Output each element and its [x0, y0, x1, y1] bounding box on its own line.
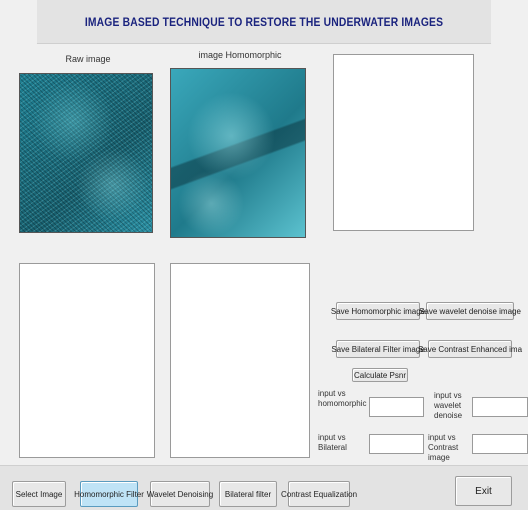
contrast-image-panel — [333, 54, 474, 231]
psnr-label-bilateral: input vs Bilateral — [318, 433, 347, 452]
save-homomorphic-button[interactable]: Save Homomorphic image — [331, 302, 425, 320]
bilateral-filter-button[interactable]: Bilateral filter — [219, 481, 277, 507]
homomorphic-image-display — [170, 68, 306, 238]
bilateral-image-panel — [170, 263, 310, 458]
psnr-label-homomorphic: input vs homomorphic — [318, 389, 367, 408]
psnr-field-bilateral[interactable] — [369, 434, 424, 454]
window-title: IMAGE BASED TECHNIQUE TO RESTORE THE UND… — [36, 0, 492, 44]
psnr-field-homomorphic[interactable] — [369, 397, 424, 417]
homomorphic-image-caption: image Homomorphic — [198, 50, 282, 60]
raw-image-display — [19, 73, 153, 233]
contrast-equalization-button[interactable]: Contrast Equalization — [281, 481, 357, 507]
wavelet-image-panel — [19, 263, 155, 458]
psnr-label-contrast: input vs Contrast image — [428, 433, 459, 462]
psnr-field-contrast[interactable] — [472, 434, 528, 454]
psnr-field-wavelet[interactable] — [472, 397, 528, 417]
calculate-psnr-button[interactable]: Calculate Psnr — [352, 368, 408, 382]
raw-image-caption: Raw image — [65, 54, 111, 64]
select-image-button[interactable]: Select Image — [12, 481, 66, 507]
save-wavelet-button[interactable]: Save wavelet denoise image — [419, 302, 521, 320]
save-contrast-button[interactable]: Save Contrast Enhanced ima — [418, 340, 522, 358]
exit-button[interactable]: Exit — [455, 476, 512, 506]
save-bilateral-button[interactable]: Save Bilateral Filter image — [331, 340, 425, 358]
homomorphic-filter-button[interactable]: Homomorphic Filter — [74, 481, 144, 507]
wavelet-denoising-button[interactable]: Wavelet Denoising — [147, 481, 213, 507]
psnr-label-wavelet: input vs wavelet denoise — [434, 391, 463, 420]
